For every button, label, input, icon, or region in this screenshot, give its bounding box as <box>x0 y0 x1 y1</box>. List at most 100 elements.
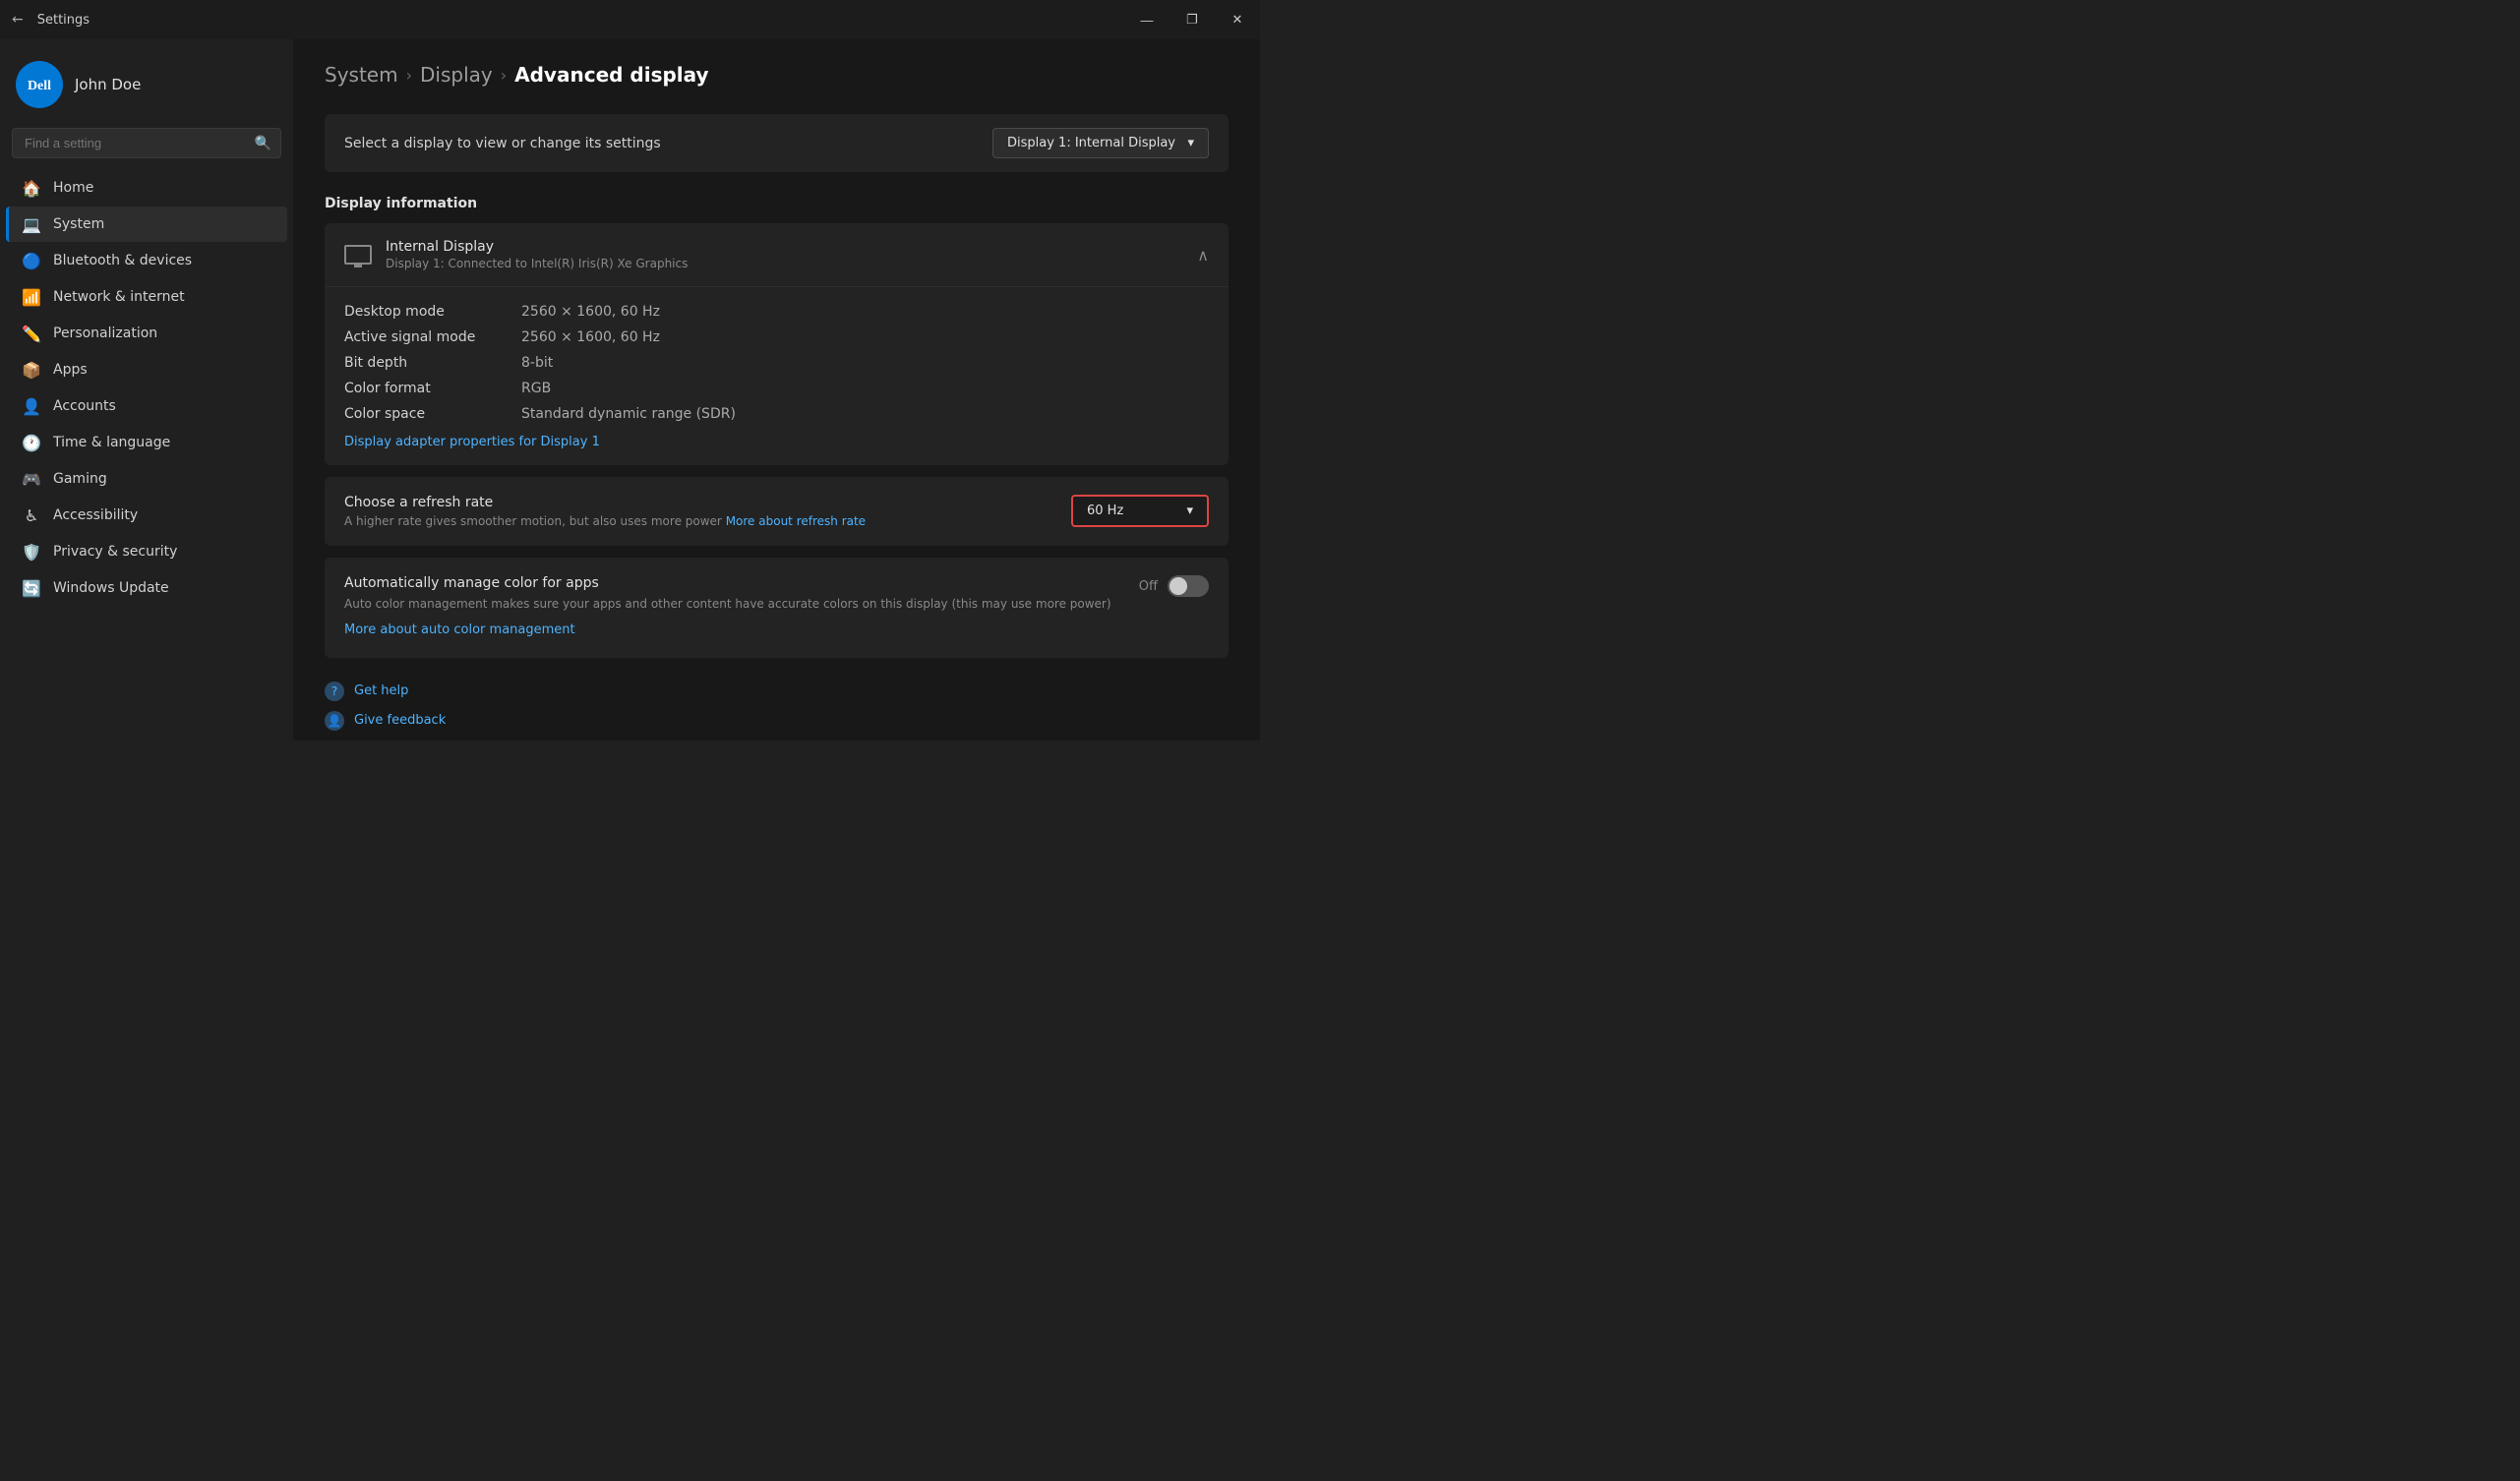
sidebar-item-time[interactable]: 🕐 Time & language <box>6 425 287 460</box>
breadcrumb-current: Advanced display <box>514 63 708 87</box>
window-controls: — ❐ ✕ <box>1124 0 1260 39</box>
info-row: Color space Standard dynamic range (SDR) <box>344 401 1209 427</box>
display-card-header-left: Internal Display Display 1: Connected to… <box>344 239 688 270</box>
sidebar-label-system: System <box>53 216 104 232</box>
breadcrumb: System › Display › Advanced display <box>325 63 1229 87</box>
dropdown-chevron-icon: ▾ <box>1187 136 1194 150</box>
info-row: Active signal mode 2560 × 1600, 60 Hz <box>344 325 1209 350</box>
display-header-info: Internal Display Display 1: Connected to… <box>386 239 688 270</box>
info-row-value: 2560 × 1600, 60 Hz <box>521 304 660 320</box>
info-row-value: 8-bit <box>521 355 553 371</box>
info-row: Color format RGB <box>344 376 1209 401</box>
sidebar-label-bluetooth: Bluetooth & devices <box>53 253 192 268</box>
home-icon: 🏠 <box>22 178 41 198</box>
sidebar-item-accessibility[interactable]: ♿ Accessibility <box>6 498 287 533</box>
refresh-rate-desc: A higher rate gives smoother motion, but… <box>344 514 1051 528</box>
titlebar-title: Settings <box>37 13 90 28</box>
titlebar: ← Settings — ❐ ✕ <box>0 0 1260 39</box>
apps-icon: 📦 <box>22 360 41 380</box>
sidebar-label-privacy: Privacy & security <box>53 544 177 560</box>
color-mgmt-desc: Auto color management makes sure your ap… <box>344 595 1119 640</box>
display-selector-dropdown[interactable]: Display 1: Internal Display ▾ <box>992 128 1209 158</box>
color-management-card: Automatically manage color for apps Auto… <box>325 558 1229 658</box>
username: John Doe <box>75 76 141 93</box>
info-row-label: Active signal mode <box>344 329 521 345</box>
display-subtitle: Display 1: Connected to Intel(R) Iris(R)… <box>386 257 688 270</box>
content-area: System › Display › Advanced display Sele… <box>293 39 1260 740</box>
collapse-icon[interactable]: ∧ <box>1197 246 1209 265</box>
sidebar-item-privacy[interactable]: 🛡️ Privacy & security <box>6 534 287 569</box>
get-help-link[interactable]: ? Get help <box>325 681 1229 701</box>
breadcrumb-sep1: › <box>406 66 412 85</box>
app-layout: Dell John Doe 🔍 🏠 Home 💻 System 🔵 Blueto… <box>0 39 1260 740</box>
give-feedback-label: Give feedback <box>354 713 446 728</box>
back-icon[interactable]: ← <box>12 12 24 28</box>
maximize-button[interactable]: ❐ <box>1170 0 1215 39</box>
display-selector-bar: Select a display to view or change its s… <box>325 114 1229 172</box>
toggle-label: Off <box>1139 579 1158 594</box>
refresh-rate-title: Choose a refresh rate <box>344 495 1051 510</box>
privacy-icon: 🛡️ <box>22 542 41 562</box>
refresh-rate-card: Choose a refresh rate A higher rate give… <box>325 477 1229 546</box>
give-feedback-link[interactable]: 👤 Give feedback <box>325 711 1229 731</box>
sidebar-item-network[interactable]: 📶 Network & internet <box>6 279 287 315</box>
display-info-card: Internal Display Display 1: Connected to… <box>325 223 1229 465</box>
sidebar-label-update: Windows Update <box>53 580 169 596</box>
toggle-area: Off <box>1139 575 1209 597</box>
sidebar-item-bluetooth[interactable]: 🔵 Bluetooth & devices <box>6 243 287 278</box>
color-mgmt-toggle[interactable] <box>1168 575 1209 597</box>
info-row-label: Color space <box>344 406 521 422</box>
refresh-rate-info: Choose a refresh rate A higher rate give… <box>344 495 1071 528</box>
sidebar: Dell John Doe 🔍 🏠 Home 💻 System 🔵 Blueto… <box>0 39 293 740</box>
display-dropdown-value: Display 1: Internal Display <box>1007 136 1175 150</box>
sidebar-item-apps[interactable]: 📦 Apps <box>6 352 287 387</box>
section-title: Display information <box>325 196 1229 211</box>
sidebar-label-home: Home <box>53 180 93 196</box>
update-icon: 🔄 <box>22 578 41 598</box>
color-mgmt-title: Automatically manage color for apps <box>344 575 1119 591</box>
close-button[interactable]: ✕ <box>1215 0 1260 39</box>
info-row: Bit depth 8-bit <box>344 350 1209 376</box>
personalization-icon: ✏️ <box>22 324 41 343</box>
search-input[interactable] <box>12 128 281 158</box>
refresh-rate-dropdown[interactable]: 60 Hz ▾ <box>1071 495 1209 527</box>
monitor-icon <box>344 245 372 265</box>
avatar: Dell <box>16 61 63 108</box>
sidebar-item-accounts[interactable]: 👤 Accounts <box>6 388 287 424</box>
display-name: Internal Display <box>386 239 688 255</box>
accounts-icon: 👤 <box>22 396 41 416</box>
time-icon: 🕐 <box>22 433 41 452</box>
bluetooth-icon: 🔵 <box>22 251 41 270</box>
color-card-info: Automatically manage color for apps Auto… <box>344 575 1139 640</box>
search-icon: 🔍 <box>255 136 271 151</box>
info-row-label: Color format <box>344 381 521 396</box>
info-row-value: 2560 × 1600, 60 Hz <box>521 329 660 345</box>
adapter-properties-link[interactable]: Display adapter properties for Display 1 <box>344 435 600 449</box>
sidebar-label-network: Network & internet <box>53 289 185 305</box>
sidebar-label-accessibility: Accessibility <box>53 507 138 523</box>
system-icon: 💻 <box>22 214 41 234</box>
help-icon: ? <box>325 681 344 701</box>
feedback-icon: 👤 <box>325 711 344 731</box>
sidebar-item-gaming[interactable]: 🎮 Gaming <box>6 461 287 497</box>
sidebar-item-personalization[interactable]: ✏️ Personalization <box>6 316 287 351</box>
svg-text:Dell: Dell <box>28 79 51 93</box>
info-row-label: Bit depth <box>344 355 521 371</box>
sidebar-label-gaming: Gaming <box>53 471 107 487</box>
info-row-value: RGB <box>521 381 551 396</box>
user-section: Dell John Doe <box>0 49 293 124</box>
network-icon: 📶 <box>22 287 41 307</box>
display-card-header: Internal Display Display 1: Connected to… <box>325 223 1229 287</box>
accessibility-icon: ♿ <box>22 505 41 525</box>
refresh-rate-link[interactable]: More about refresh rate <box>726 514 866 528</box>
sidebar-item-system[interactable]: 💻 System <box>6 207 287 242</box>
bottom-links: ? Get help 👤 Give feedback <box>325 681 1229 731</box>
minimize-button[interactable]: — <box>1124 0 1170 39</box>
sidebar-label-apps: Apps <box>53 362 88 378</box>
breadcrumb-display[interactable]: Display <box>420 63 493 87</box>
sidebar-item-update[interactable]: 🔄 Windows Update <box>6 570 287 606</box>
get-help-label: Get help <box>354 683 408 698</box>
breadcrumb-system[interactable]: System <box>325 63 398 87</box>
color-mgmt-link[interactable]: More about auto color management <box>344 621 575 640</box>
sidebar-item-home[interactable]: 🏠 Home <box>6 170 287 206</box>
